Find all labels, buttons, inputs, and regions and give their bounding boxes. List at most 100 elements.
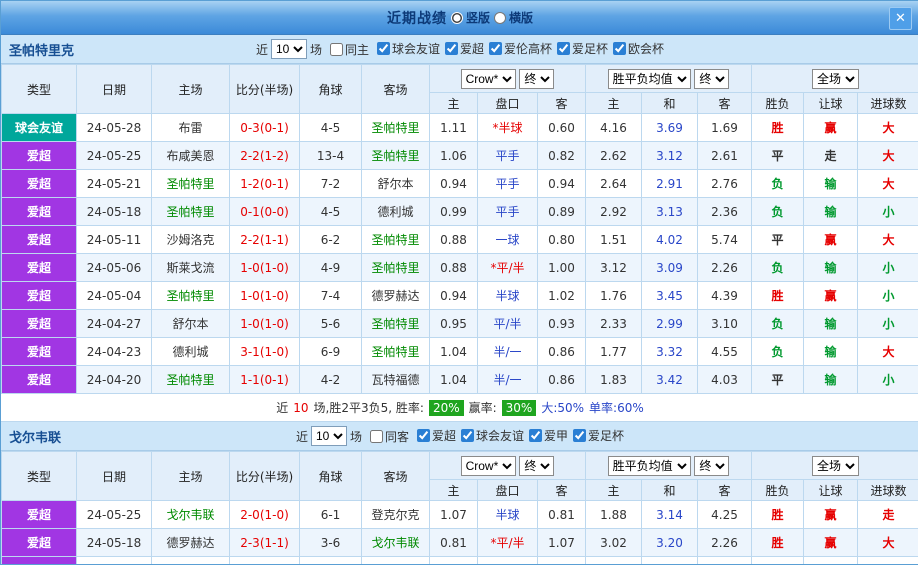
asian-home-odds: 0.88	[430, 226, 478, 254]
league-checkbox[interactable]	[461, 429, 474, 442]
vertical-radio-label: 竖版	[466, 9, 490, 26]
match-row: 爱超24-05-06斯莱戈流1-0(1-0)4-9圣帕特里0.88*平/半1.0…	[2, 254, 918, 282]
match-count-select[interactable]: 10	[311, 426, 347, 446]
corner-score: 7-2	[300, 170, 362, 198]
league-filter[interactable]: 爱伦高杯	[489, 40, 552, 57]
final-select-2[interactable]: 终	[694, 456, 729, 476]
league-checkbox[interactable]	[417, 429, 430, 442]
match-score: 0-0(0-0)	[230, 557, 300, 565]
europe-away-odds: 4.25	[698, 501, 752, 529]
same-checkbox[interactable]	[330, 43, 343, 56]
league-checkbox[interactable]	[377, 42, 390, 55]
europe-away-odds: 2.61	[698, 142, 752, 170]
result-cell: 平	[752, 226, 804, 254]
match-row: 爱超24-05-21圣帕特里1-2(0-1)7-2舒尔本0.94平手0.942.…	[2, 170, 918, 198]
league-type-cell: 爱超	[2, 226, 77, 254]
league-checkbox[interactable]	[529, 429, 542, 442]
league-filter[interactable]: 球会友谊	[461, 427, 524, 444]
col-result: 胜负	[752, 93, 804, 114]
europe-away-odds: 5.74	[698, 226, 752, 254]
asian-home-odds: 0.88	[430, 254, 478, 282]
match-score: 1-1(0-1)	[230, 366, 300, 394]
league-type-cell: 爱超	[2, 501, 77, 529]
goals-result-cell: 大	[858, 226, 918, 254]
home-team: 德罗赫达	[152, 529, 230, 557]
summary-row: 近10场,胜2平3负5, 胜率:20%赢率:30%大:50%单率:60%	[1, 394, 918, 422]
league-filter[interactable]: 爱足杯	[573, 427, 624, 444]
asian-home-odds: 0.99	[430, 198, 478, 226]
league-filter[interactable]: 爱超	[445, 40, 484, 57]
col-type: 类型	[2, 452, 77, 501]
match-count-select[interactable]: 10	[271, 39, 307, 59]
result-cell: 负	[752, 254, 804, 282]
match-date: 24-05-28	[77, 114, 152, 142]
home-team: 布咸美恩	[152, 142, 230, 170]
league-checkbox[interactable]	[489, 42, 502, 55]
col-type: 类型	[2, 65, 77, 114]
asian-away-odds: 0.80	[538, 226, 586, 254]
league-checkbox[interactable]	[557, 42, 570, 55]
bookmaker-select[interactable]: Crow*	[461, 69, 516, 89]
same-venue-filter[interactable]: 同主	[330, 41, 369, 58]
league-filter[interactable]: 球会友谊	[377, 40, 440, 57]
europe-away-odds: 1.69	[698, 114, 752, 142]
home-team: 舒尔本	[152, 310, 230, 338]
asian-away-odds: 0.81	[538, 501, 586, 529]
goals-result-cell: 走	[858, 501, 918, 529]
away-team: 圣帕特里	[362, 310, 430, 338]
result-cell: 负	[752, 198, 804, 226]
match-row: 球会友谊24-05-28布雷0-3(0-1)4-5圣帕特里1.11*半球0.60…	[2, 114, 918, 142]
asian-home-odds: 0.94	[430, 170, 478, 198]
corner-score: 3-6	[300, 529, 362, 557]
league-checkbox[interactable]	[613, 42, 626, 55]
corner-score: 5-3	[300, 557, 362, 565]
league-filter[interactable]: 爱足杯	[557, 40, 608, 57]
corner-score: 6-9	[300, 338, 362, 366]
league-filter[interactable]: 欧会杯	[613, 40, 664, 57]
same-checkbox[interactable]	[370, 430, 383, 443]
close-icon[interactable]: ✕	[889, 7, 912, 30]
match-date: 24-05-21	[77, 170, 152, 198]
match-date: 24-05-18	[77, 529, 152, 557]
odds-type-select[interactable]: 胜平负均值	[608, 69, 691, 89]
match-score: 1-0(1-0)	[230, 310, 300, 338]
match-date: 24-04-27	[77, 310, 152, 338]
league-filter[interactable]: 爱甲	[529, 427, 568, 444]
home-team: 圣帕特里	[152, 282, 230, 310]
match-score: 1-2(0-1)	[230, 170, 300, 198]
layout-horizontal-radio[interactable]: 横版	[494, 9, 533, 26]
home-team: 布雷	[152, 114, 230, 142]
final-select[interactable]: 终	[519, 69, 554, 89]
final-select-2[interactable]: 终	[694, 69, 729, 89]
league-filter[interactable]: 爱超	[417, 427, 456, 444]
col-goals: 进球数	[858, 93, 918, 114]
asian-handicap: *平/半	[478, 254, 538, 282]
league-checkbox[interactable]	[573, 429, 586, 442]
asian-away-odds: 0.86	[538, 338, 586, 366]
europe-home-odds: 1.83	[586, 366, 642, 394]
col-corner: 角球	[300, 65, 362, 114]
goals-result-cell: 小	[858, 366, 918, 394]
bookmaker-select[interactable]: Crow*	[461, 456, 516, 476]
league-checkbox[interactable]	[445, 42, 458, 55]
home-team: 圣帕特里	[152, 366, 230, 394]
league-filters: 球会友谊爱超爱伦高杯爱足杯欧会杯	[372, 40, 664, 58]
vertical-radio-input[interactable]	[451, 12, 463, 24]
odds-type-select[interactable]: 胜平负均值	[608, 456, 691, 476]
handicap-result-cell: 输	[804, 310, 858, 338]
league-type-cell: 爱超	[2, 366, 77, 394]
same-venue-filter[interactable]: 同客	[370, 428, 409, 445]
scope-select[interactable]: 全场	[812, 69, 859, 89]
layout-vertical-radio[interactable]: 竖版	[451, 9, 490, 26]
rate-badge: 30%	[502, 400, 537, 416]
europe-away-odds: 2.76	[698, 170, 752, 198]
europe-away-odds: 2.26	[698, 254, 752, 282]
result-cell: 胜	[752, 529, 804, 557]
europe-home-odds: 1.76	[586, 282, 642, 310]
final-select[interactable]: 终	[519, 456, 554, 476]
col-handicap: 盘口	[478, 480, 538, 501]
scope-select[interactable]: 全场	[812, 456, 859, 476]
europe-draw-odds: 3.07	[642, 557, 698, 565]
horizontal-radio-input[interactable]	[494, 12, 506, 24]
europe-home-odds: 2.33	[586, 310, 642, 338]
